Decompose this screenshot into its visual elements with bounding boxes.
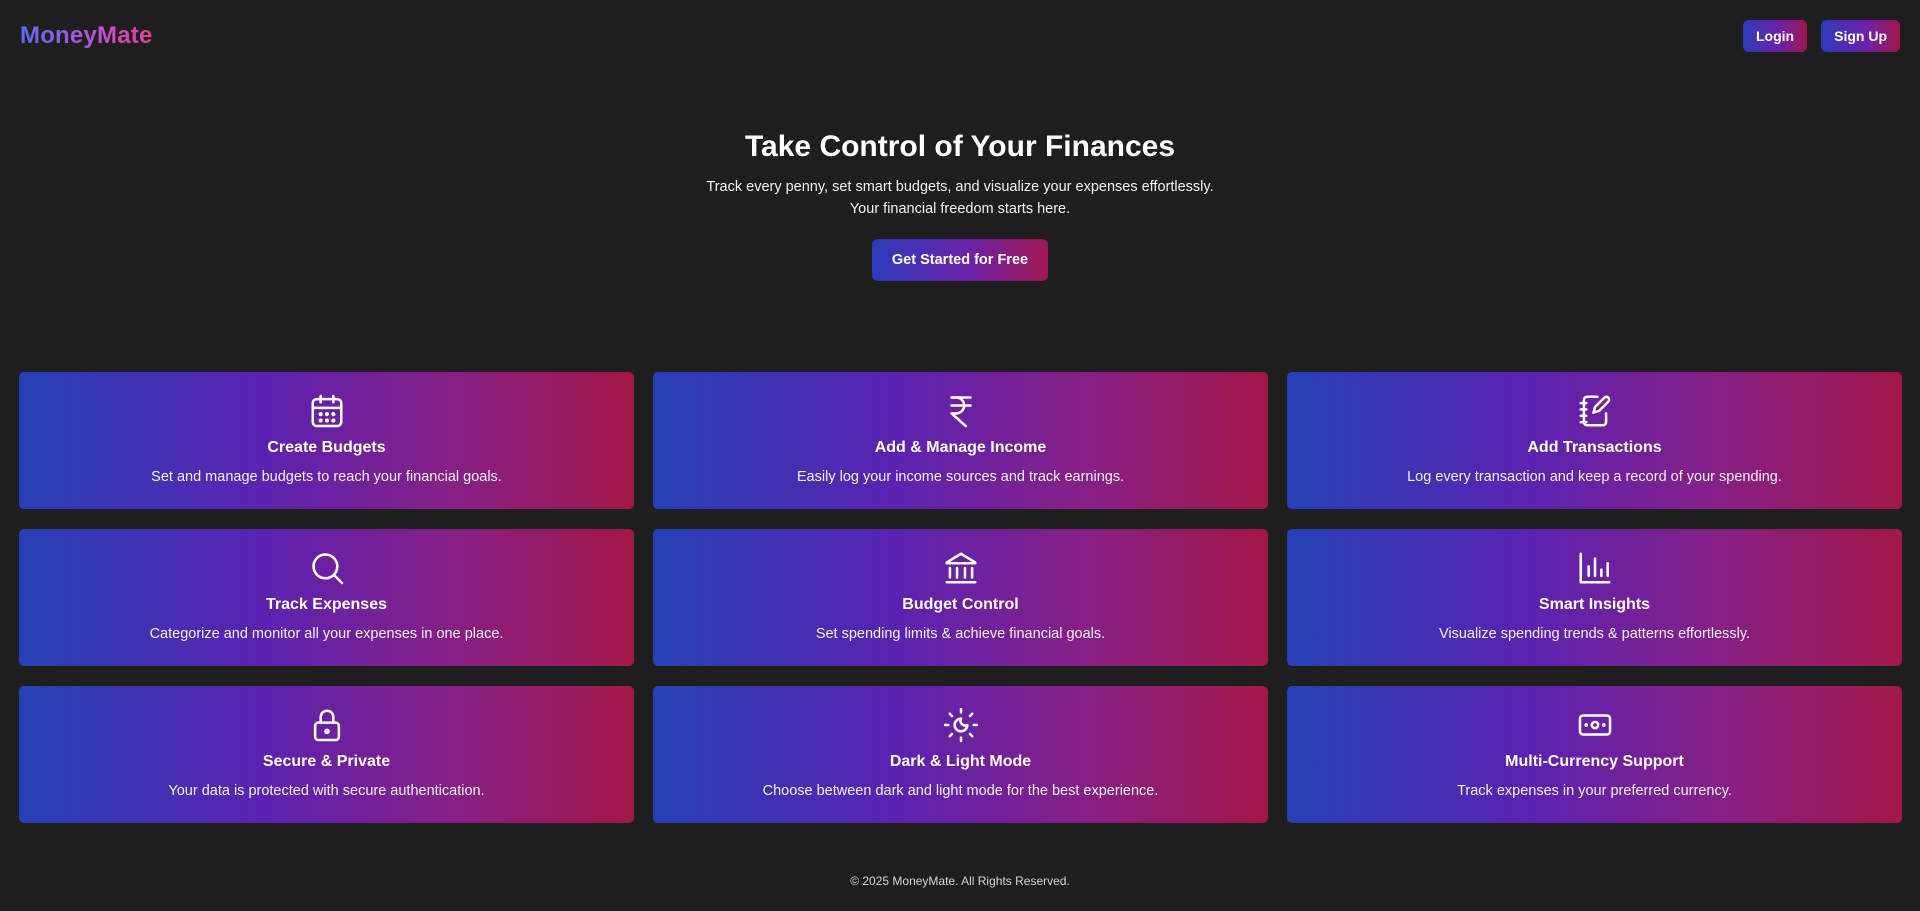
features-grid: Create Budgets Set and manage budgets to… bbox=[19, 372, 1902, 823]
feature-card-add-transactions[interactable]: Add Transactions Log every transaction a… bbox=[1287, 372, 1902, 509]
feature-description: Set spending limits & achieve financial … bbox=[815, 626, 1106, 642]
hero-subtitle: Track every penny, set smart budgets, an… bbox=[706, 179, 1214, 217]
hero-title: Take Control of Your Finances bbox=[744, 130, 1176, 163]
feature-title: Create Budgets bbox=[267, 439, 386, 456]
feature-card-dark-light-mode[interactable]: Dark & Light Mode Choose between dark an… bbox=[653, 686, 1268, 823]
feature-description: Log every transaction and keep a record … bbox=[1407, 469, 1782, 485]
hero-section: Take Control of Your Finances Track ever… bbox=[0, 128, 1920, 281]
feature-title: Multi-Currency Support bbox=[1505, 753, 1684, 770]
lock-icon bbox=[308, 706, 346, 744]
feature-title: Add & Manage Income bbox=[874, 439, 1047, 456]
footer: © 2025 MoneyMate. All Rights Reserved. bbox=[0, 874, 1920, 888]
feature-description: Set and manage budgets to reach your fin… bbox=[151, 469, 502, 485]
feature-title: Budget Control bbox=[902, 596, 1019, 613]
login-button[interactable]: Login bbox=[1743, 20, 1808, 52]
feature-description: Your data is protected with secure authe… bbox=[168, 783, 485, 799]
banknote-icon bbox=[1576, 706, 1614, 744]
landing-page: MoneyMate Login Sign Up Take Control of … bbox=[0, 0, 1920, 911]
auth-buttons: Login Sign Up bbox=[1743, 20, 1900, 52]
feature-description: Visualize spending trends & patterns eff… bbox=[1438, 626, 1751, 642]
feature-card-smart-insights[interactable]: Smart Insights Visualize spending trends… bbox=[1287, 529, 1902, 666]
feature-card-create-budgets[interactable]: Create Budgets Set and manage budgets to… bbox=[19, 372, 634, 509]
feature-title: Smart Insights bbox=[1538, 596, 1651, 613]
notebook-pen-icon bbox=[1576, 392, 1614, 430]
signup-button[interactable]: Sign Up bbox=[1821, 20, 1900, 52]
feature-description: Easily log your income sources and track… bbox=[796, 469, 1125, 485]
copyright-text: © 2025 MoneyMate. All Rights Reserved. bbox=[850, 874, 1070, 888]
calendar-icon bbox=[308, 392, 346, 430]
top-nav: MoneyMate Login Sign Up bbox=[0, 0, 1920, 72]
feature-title: Track Expenses bbox=[266, 596, 387, 613]
feature-description: Choose between dark and light mode for t… bbox=[762, 783, 1159, 799]
feature-card-add-income[interactable]: Add & Manage Income Easily log your inco… bbox=[653, 372, 1268, 509]
brand-logo[interactable]: MoneyMate bbox=[20, 22, 153, 50]
get-started-button[interactable]: Get Started for Free bbox=[871, 239, 1049, 281]
feature-card-secure-private[interactable]: Secure & Private Your data is protected … bbox=[19, 686, 634, 823]
feature-card-budget-control[interactable]: Budget Control Set spending limits & ach… bbox=[653, 529, 1268, 666]
rupee-icon bbox=[942, 392, 980, 430]
search-icon bbox=[308, 549, 346, 587]
feature-title: Add Transactions bbox=[1527, 439, 1662, 456]
feature-card-track-expenses[interactable]: Track Expenses Categorize and monitor al… bbox=[19, 529, 634, 666]
feature-description: Categorize and monitor all your expenses… bbox=[149, 626, 504, 642]
feature-title: Dark & Light Mode bbox=[889, 753, 1032, 770]
feature-description: Track expenses in your preferred currenc… bbox=[1457, 783, 1732, 799]
bar-chart-icon bbox=[1576, 549, 1614, 587]
bank-icon bbox=[942, 549, 980, 587]
feature-card-multi-currency[interactable]: Multi-Currency Support Track expenses in… bbox=[1287, 686, 1902, 823]
sun-moon-icon bbox=[942, 706, 980, 744]
feature-title: Secure & Private bbox=[262, 753, 391, 770]
